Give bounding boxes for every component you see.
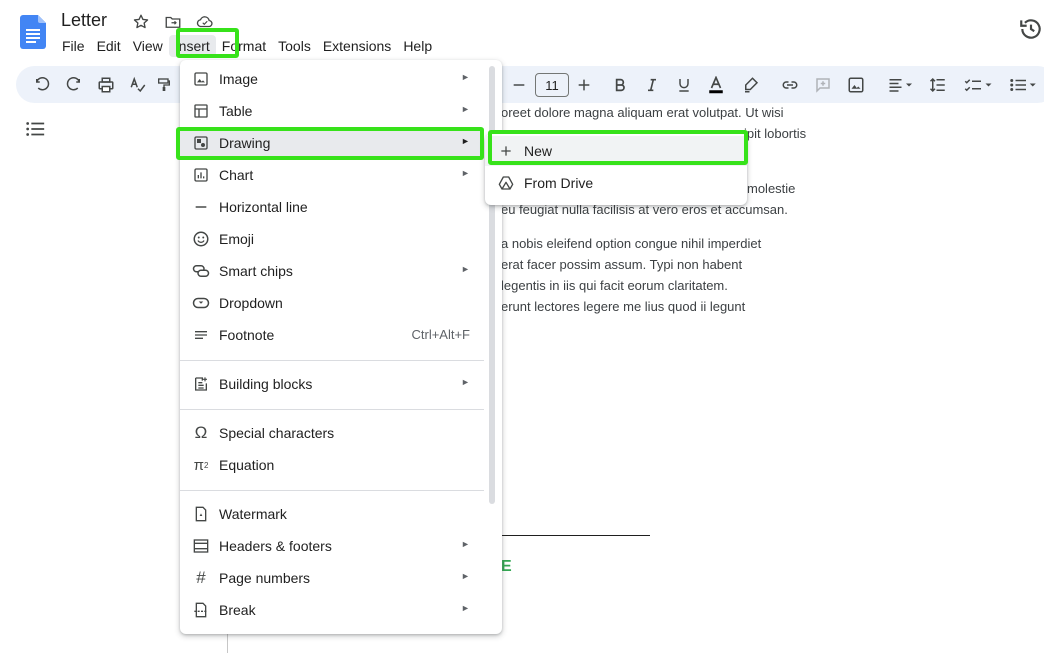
submenu-arrow-icon: ►: [461, 603, 470, 613]
plus-icon: [498, 143, 514, 159]
align-icon[interactable]: [882, 72, 918, 98]
bold-icon[interactable]: [607, 72, 633, 98]
drawing-icon: [192, 134, 210, 152]
font-size-input[interactable]: 11: [535, 73, 569, 97]
spellcheck-icon[interactable]: [125, 72, 151, 98]
decrease-font-size-icon[interactable]: [506, 72, 532, 98]
bulleted-list-icon[interactable]: [1003, 72, 1043, 98]
drawing-submenu-item-from-drive[interactable]: From Drive: [485, 168, 747, 198]
chart-icon: [192, 166, 210, 184]
submenu-arrow-icon: ►: [461, 136, 470, 146]
insert-menu-item-horizontal-line[interactable]: Horizontal line: [180, 192, 484, 222]
break-icon: [192, 601, 210, 619]
document-outline-icon[interactable]: [24, 118, 46, 140]
text-color-icon[interactable]: [703, 72, 729, 98]
redo-icon[interactable]: [61, 72, 87, 98]
emoji-icon: [192, 230, 210, 248]
menu-bar: File Edit View Insert Format Tools Exten…: [56, 34, 438, 58]
menu-edit[interactable]: Edit: [91, 35, 127, 57]
undo-icon[interactable]: [29, 72, 55, 98]
menu-tools[interactable]: Tools: [272, 35, 317, 57]
insert-menu-item-dropdown[interactable]: Dropdown: [180, 288, 484, 318]
hash-icon: #: [196, 568, 206, 587]
submenu-arrow-icon: ►: [461, 377, 470, 387]
insert-image-icon[interactable]: [843, 72, 869, 98]
insert-menu-item-watermark[interactable]: Watermark: [180, 499, 484, 529]
star-icon[interactable]: [130, 11, 152, 33]
menu-help[interactable]: Help: [397, 35, 438, 57]
menu-extensions[interactable]: Extensions: [317, 35, 397, 57]
dropdown-icon: [192, 294, 210, 312]
image-icon: [192, 70, 210, 88]
body-text-line[interactable]: ipit lobortis: [744, 126, 806, 141]
table-icon: [192, 102, 210, 120]
signature-name[interactable]: E: [501, 558, 512, 576]
drive-icon: [498, 175, 514, 191]
building-blocks-icon: [192, 375, 210, 393]
insert-menu: Image ► Table ► Drawing ► Chart ► Horizo…: [180, 60, 502, 634]
add-comment-icon[interactable]: [810, 72, 836, 98]
insert-menu-item-chart[interactable]: Chart ►: [180, 160, 484, 190]
insert-menu-item-equation[interactable]: π2 Equation: [180, 450, 484, 480]
checklist-icon[interactable]: [958, 72, 998, 98]
line-spacing-icon[interactable]: [925, 72, 951, 98]
drawing-submenu: New From Drive: [485, 134, 747, 205]
version-history-icon[interactable]: [1018, 16, 1044, 42]
body-text-line[interactable]: legentis in iis qui facit eorum claritat…: [501, 278, 728, 293]
insert-menu-item-break[interactable]: Break ►: [180, 595, 484, 625]
insert-menu-item-image[interactable]: Image ►: [180, 64, 484, 94]
highlight-color-icon[interactable]: [738, 72, 764, 98]
insert-menu-item-special-characters[interactable]: Ω Special characters: [180, 418, 484, 448]
menu-format[interactable]: Format: [216, 35, 272, 57]
signature-line: [500, 535, 650, 536]
body-text-line[interactable]: erat facer possim assum. Typi non habent: [501, 257, 742, 272]
omega-icon: Ω: [194, 423, 208, 442]
menu-divider: [180, 409, 484, 410]
italic-icon[interactable]: [639, 72, 665, 98]
body-text-line[interactable]: erunt lectores legere me lius quod ii le…: [501, 299, 745, 314]
body-text-line[interactable]: a nobis eleifend option congue nihil imp…: [501, 236, 761, 251]
print-icon[interactable]: [93, 72, 119, 98]
submenu-arrow-icon: ►: [461, 539, 470, 549]
underline-icon[interactable]: [671, 72, 697, 98]
drawing-submenu-item-new[interactable]: New: [485, 136, 747, 166]
body-text-line[interactable]: oreet dolore magna aliquam erat volutpat…: [501, 105, 784, 120]
insert-menu-item-smart-chips[interactable]: Smart chips ►: [180, 256, 484, 286]
document-title[interactable]: Letter: [61, 10, 107, 31]
watermark-icon: [192, 505, 210, 523]
insert-menu-item-drawing[interactable]: Drawing ►: [180, 128, 484, 158]
menu-scrollbar[interactable]: [489, 66, 495, 504]
horizontal-line-icon: [192, 198, 210, 216]
body-text-line[interactable]: molestie: [747, 181, 795, 196]
submenu-arrow-icon: ►: [461, 571, 470, 581]
headers-footers-icon: [192, 537, 210, 555]
insert-menu-item-page-numbers[interactable]: # Page numbers ►: [180, 563, 484, 593]
insert-menu-item-headers-footers[interactable]: Headers & footers ►: [180, 531, 484, 561]
insert-menu-item-building-blocks[interactable]: Building blocks ►: [180, 369, 484, 399]
menu-divider: [180, 490, 484, 491]
smart-chips-icon: [192, 262, 210, 280]
insert-link-icon[interactable]: [777, 72, 803, 98]
submenu-arrow-icon: ►: [461, 72, 470, 82]
menu-divider: [180, 360, 484, 361]
pi-icon: π2: [193, 456, 209, 474]
menu-view[interactable]: View: [127, 35, 169, 57]
move-folder-icon[interactable]: [162, 11, 184, 33]
cloud-saved-icon[interactable]: [194, 11, 216, 33]
docs-logo-icon[interactable]: [20, 15, 46, 49]
submenu-arrow-icon: ►: [461, 104, 470, 114]
paint-format-icon[interactable]: [156, 72, 172, 98]
footnote-icon: [192, 326, 210, 344]
insert-menu-item-footnote[interactable]: Footnote Ctrl+Alt+F: [180, 320, 484, 350]
menu-insert[interactable]: Insert: [168, 35, 216, 57]
insert-menu-item-table[interactable]: Table ►: [180, 96, 484, 126]
insert-menu-item-emoji[interactable]: Emoji: [180, 224, 484, 254]
footnote-shortcut: Ctrl+Alt+F: [411, 327, 470, 342]
submenu-arrow-icon: ►: [461, 264, 470, 274]
increase-font-size-icon[interactable]: [571, 72, 597, 98]
submenu-arrow-icon: ►: [461, 168, 470, 178]
menu-file[interactable]: File: [56, 35, 91, 57]
